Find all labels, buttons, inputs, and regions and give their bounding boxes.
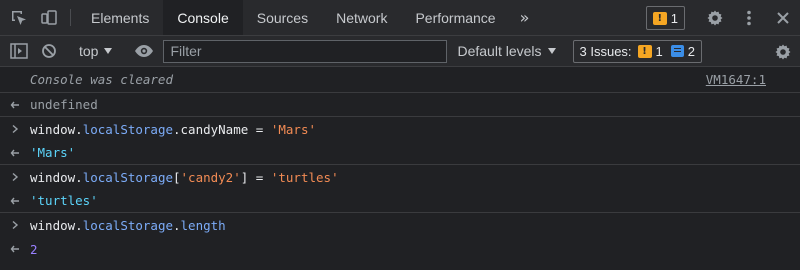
- log-levels-label: Default levels: [457, 43, 542, 59]
- code-identifier: window: [30, 217, 76, 233]
- console-result-row: undefined: [0, 93, 800, 117]
- filter-input-wrap[interactable]: [163, 39, 448, 63]
- result-value: 'Mars': [30, 145, 76, 160]
- context-selector[interactable]: top: [73, 43, 116, 59]
- code-property: candyName: [180, 121, 249, 137]
- clear-console-icon[interactable]: [34, 36, 64, 67]
- result-value: 'turtles': [30, 193, 98, 208]
- result-arrow-icon: [10, 93, 20, 117]
- code-property: localStorage: [82, 169, 173, 185]
- source-link[interactable]: VM1647:1: [706, 72, 766, 87]
- settings-gear-icon[interactable]: [698, 0, 732, 36]
- result-value: undefined: [30, 97, 98, 112]
- context-label: top: [79, 43, 99, 59]
- eye-icon[interactable]: [129, 36, 159, 67]
- code-string: 'turtles': [270, 169, 339, 185]
- tab-performance[interactable]: Performance: [401, 0, 509, 35]
- issues-button[interactable]: ! 1: [645, 6, 685, 30]
- code-string: 'Mars': [270, 121, 316, 137]
- result-arrow-icon: [10, 237, 20, 261]
- issues-label: 3 Issues:: [579, 43, 632, 59]
- code-dot: .: [75, 121, 83, 137]
- code-dot: .: [173, 217, 181, 233]
- code-property: localStorage: [82, 121, 173, 137]
- info-count: 2: [687, 43, 696, 59]
- console-message-cleared: Console was cleared VM1647:1: [0, 67, 800, 93]
- console-toolbar: top Default levels 3 Issues: ! 1 2: [0, 36, 800, 67]
- tab-divider: [70, 9, 71, 26]
- more-tabs-icon[interactable]: »: [510, 0, 540, 35]
- devtools-tab-bar: Elements Console Sources Network Perform…: [0, 0, 800, 36]
- console-input-row: window. localStorage. length: [0, 213, 800, 237]
- tab-console[interactable]: Console: [163, 0, 243, 35]
- result-arrow-icon: [10, 141, 20, 165]
- result-arrow-icon: [10, 189, 20, 213]
- inspect-element-icon[interactable]: [4, 0, 34, 35]
- code-dot: .: [173, 121, 181, 137]
- code-identifier: window: [30, 169, 76, 185]
- tab-elements[interactable]: Elements: [77, 0, 163, 35]
- settings-gear-icon[interactable]: [766, 36, 800, 67]
- input-prompt-icon: [10, 117, 20, 141]
- console-output: Console was cleared VM1647:1 undefined w…: [0, 67, 800, 261]
- code-bracket-close: ]: [240, 169, 249, 185]
- code-property: localStorage: [82, 217, 173, 233]
- code-property: length: [180, 217, 226, 233]
- warning-flag-icon: !: [652, 11, 667, 25]
- tab-sources[interactable]: Sources: [243, 0, 322, 35]
- issues-summary-button[interactable]: 3 Issues: ! 1 2: [572, 39, 703, 63]
- more-options-icon[interactable]: [732, 0, 766, 36]
- input-prompt-icon: [10, 213, 20, 237]
- code-dot: .: [75, 169, 83, 185]
- chevron-down-icon: [547, 48, 556, 54]
- code-string: 'candy2': [180, 169, 241, 185]
- code-bracket-open: [: [173, 169, 181, 185]
- sidebar-toggle-icon[interactable]: [4, 36, 34, 67]
- close-icon[interactable]: [766, 0, 800, 36]
- code-operator: =: [248, 121, 271, 137]
- message-icon: [670, 45, 684, 57]
- device-toolbar-icon[interactable]: [34, 0, 64, 35]
- warning-count: 1: [655, 43, 663, 59]
- input-prompt-icon: [10, 165, 20, 189]
- result-value: 2: [30, 241, 38, 257]
- log-levels-dropdown[interactable]: Default levels: [457, 43, 556, 59]
- code-identifier: window: [30, 121, 76, 137]
- warning-flag-icon: !: [637, 44, 652, 58]
- console-result-row: 'turtles': [0, 189, 800, 213]
- console-result-row: 'Mars': [0, 141, 800, 165]
- chevron-down-icon: [104, 48, 113, 54]
- console-input-row: window. localStorage. candyName = 'Mars': [0, 117, 800, 141]
- filter-input[interactable]: [170, 43, 447, 59]
- code-operator: =: [248, 169, 271, 185]
- tab-network[interactable]: Network: [322, 0, 401, 35]
- console-result-row: 2: [0, 237, 800, 261]
- code-dot: .: [75, 217, 83, 233]
- console-input-row: window. localStorage['candy2'] = 'turtles…: [0, 165, 800, 189]
- issues-count: 1: [670, 10, 678, 26]
- cleared-message: Console was cleared: [30, 72, 173, 87]
